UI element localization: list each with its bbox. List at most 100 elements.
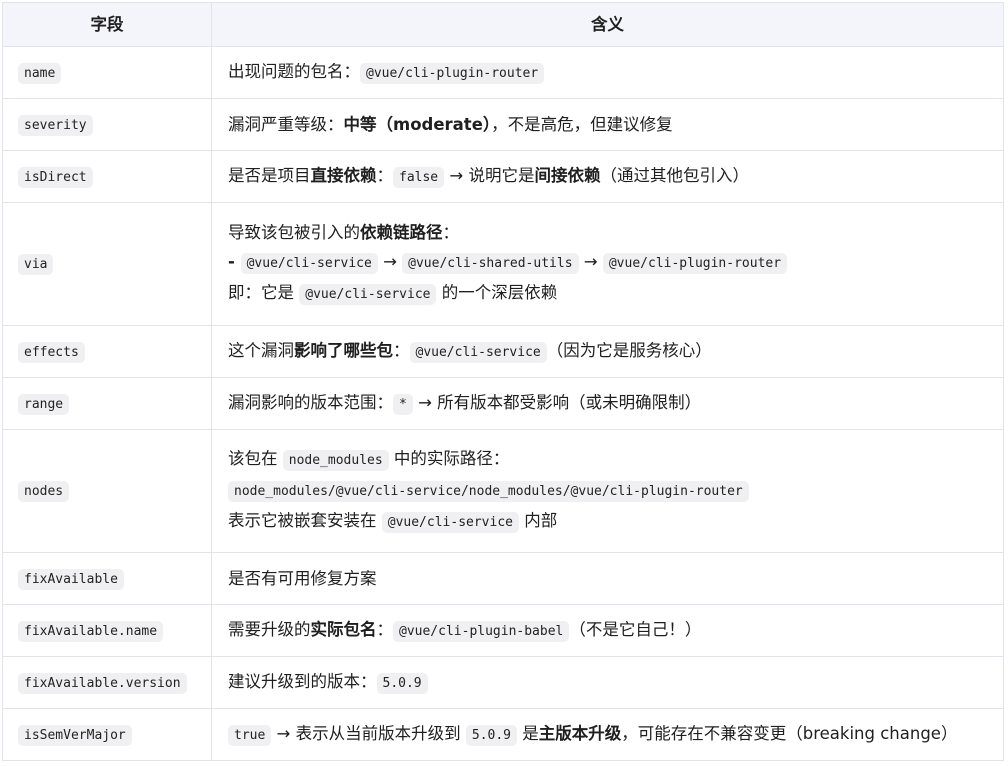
meaning-cell: 漏洞影响的版本范围： * → 所有版本都受影响（或未明确限制） (211, 377, 1004, 430)
table-row: range 漏洞影响的版本范围： * → 所有版本都受影响（或未明确限制） (2, 377, 1004, 430)
text: 即：它是 (228, 283, 300, 302)
inline-code: true (228, 724, 272, 746)
table-row: isDirect 是否是项目直接依赖： false → 说明它是间接依赖（通过其他… (2, 150, 1004, 203)
text: 是否是项目 (228, 165, 311, 185)
text: ，不是高危，但建议修复 (491, 114, 673, 134)
inline-code: @vue/cli-service (299, 284, 437, 305)
text: 需要升级的 (228, 619, 311, 639)
field-code: fixAvailable.name (18, 620, 164, 642)
inline-code: @vue/cli-service (409, 341, 547, 363)
table-header-row: 字段 含义 (2, 2, 1004, 47)
line: 该包在 node_modules 中的实际路径： (228, 447, 987, 473)
inline-code: false (393, 166, 445, 188)
bold-text: 中等（moderate） (343, 114, 492, 134)
field-cell: range (2, 377, 212, 430)
inline-code: node_modules (282, 450, 389, 471)
meaning-cell: 导致该包被引入的依赖链路径： - @vue/cli-service → @vue… (211, 202, 1004, 326)
inline-code: @vue/cli-plugin-router (360, 62, 545, 84)
text: （因为它是服务核心） (546, 340, 712, 360)
text: → 所有版本都受影响（或未明确限制） (412, 392, 702, 412)
line: 导致该包被引入的依赖链路径： (228, 221, 987, 245)
table-row: name 出现问题的包名： @vue/cli-plugin-router (2, 46, 1004, 99)
line: 即：它是 @vue/cli-service 的一个深层依赖 (228, 281, 987, 307)
text: 中的实际路径： (388, 449, 510, 468)
field-code: isSemVerMajor (18, 724, 132, 746)
bold-text: 主版本升级 (538, 723, 622, 743)
meaning-cell: 是否是项目直接依赖： false → 说明它是间接依赖（通过其他包引入） (211, 150, 1004, 203)
text: 表示它被嵌套安装在 (228, 511, 382, 530)
inline-code: @vue/cli-plugin-router (602, 253, 788, 274)
text: 这个漏洞 (228, 340, 294, 360)
field-code: effects (18, 341, 85, 363)
inline-code: @vue/cli-service (240, 253, 378, 274)
text: 该包在 (228, 449, 283, 468)
line: 表示它被嵌套安装在 @vue/cli-service 内部 (228, 509, 987, 535)
bold-text: 影响了哪些包 (294, 340, 393, 360)
text: ： (393, 340, 410, 360)
text: ： (442, 223, 460, 242)
inline-code: * (393, 393, 413, 415)
field-cell: severity (2, 98, 212, 151)
meaning-cell: 需要升级的实际包名： @vue/cli-plugin-babel （不是它自己！） (211, 604, 1004, 657)
bullet-dash: - (228, 252, 241, 271)
text: ，可能存在不兼容变更（breaking change） (621, 723, 958, 743)
text: 是否有可用修复方案 (228, 568, 377, 588)
table-row: fixAvailable.version 建议升级到的版本： 5.0.9 (2, 656, 1004, 709)
table-row: isSemVerMajor true → 表示从当前版本升级到 5.0.9 是主… (2, 708, 1004, 761)
text: 的一个深层依赖 (436, 283, 558, 302)
field-code: via (18, 254, 54, 275)
bold-text: 间接依赖 (534, 165, 601, 185)
table-row: severity 漏洞严重等级：中等（moderate），不是高危，但建议修复 (2, 98, 1004, 151)
field-cell: fixAvailable (2, 552, 212, 605)
text: 建议升级到的版本： (228, 671, 377, 691)
text: 出现问题的包名： (228, 61, 360, 81)
header-field: 字段 (2, 2, 212, 47)
meaning-cell: 出现问题的包名： @vue/cli-plugin-router (211, 46, 1004, 99)
line: - @vue/cli-service → @vue/cli-shared-uti… (228, 250, 987, 276)
text: ： (376, 619, 394, 639)
meaning-cell: 漏洞严重等级：中等（moderate），不是高危，但建议修复 (211, 98, 1004, 151)
text: 漏洞严重等级： (228, 114, 344, 134)
field-cell: effects (2, 325, 212, 378)
field-cell: via (2, 202, 212, 326)
table-row: fixAvailable 是否有可用修复方案 (2, 552, 1004, 605)
text: → 表示从当前版本升级到 (271, 723, 466, 743)
text: （通过其他包引入） (600, 165, 749, 185)
fields-table-container: 字段 含义 name 出现问题的包名： @vue/cli-plugin-route… (2, 2, 1004, 761)
text: 内部 (518, 511, 558, 530)
inline-code: @vue/cli-plugin-babel (393, 620, 570, 642)
arrow: → (377, 252, 403, 271)
meaning-cell: true → 表示从当前版本升级到 5.0.9 是主版本升级，可能存在不兼容变更… (211, 708, 1004, 761)
text: （不是它自己！） (569, 619, 702, 639)
inline-code: @vue/cli-shared-utils (402, 253, 579, 274)
inline-code: 5.0.9 (465, 724, 518, 746)
table-row: fixAvailable.name 需要升级的实际包名： @vue/cli-plu… (2, 604, 1004, 657)
text: 漏洞影响的版本范围： (228, 392, 393, 412)
field-cell: fixAvailable.name (2, 604, 212, 657)
field-code: range (18, 393, 70, 415)
field-code: isDirect (18, 166, 93, 188)
text: 导致该包被引入的 (228, 223, 360, 242)
text: ： (376, 165, 394, 185)
meaning-cell: 该包在 node_modules 中的实际路径： node_modules/@v… (211, 429, 1004, 553)
field-code: fixAvailable.version (18, 672, 187, 694)
text: → 说明它是 (444, 165, 535, 185)
header-meaning: 含义 (211, 2, 1004, 47)
field-cell: fixAvailable.version (2, 656, 212, 709)
bold-text: 依赖链路径 (360, 223, 443, 242)
field-cell: isDirect (2, 150, 212, 203)
table-row: effects 这个漏洞影响了哪些包： @vue/cli-service （因为它是… (2, 325, 1004, 378)
inline-code: 5.0.9 (376, 672, 428, 694)
meaning-cell: 建议升级到的版本： 5.0.9 (211, 656, 1004, 709)
text: 是 (517, 723, 539, 743)
meaning-cell: 这个漏洞影响了哪些包： @vue/cli-service （因为它是服务核心） (211, 325, 1004, 378)
field-code: severity (18, 114, 93, 136)
fields-table: 字段 含义 name 出现问题的包名： @vue/cli-plugin-route… (2, 2, 1004, 761)
field-code: fixAvailable (18, 568, 124, 590)
bold-text: 直接依赖 (310, 165, 377, 185)
line: node_modules/@vue/cli-service/node_modul… (228, 478, 987, 504)
field-cell: isSemVerMajor (2, 708, 212, 761)
table-row: nodes 该包在 node_modules 中的实际路径： node_modu… (2, 429, 1004, 553)
field-cell: name (2, 46, 212, 99)
bold-text: 实际包名 (310, 619, 377, 639)
